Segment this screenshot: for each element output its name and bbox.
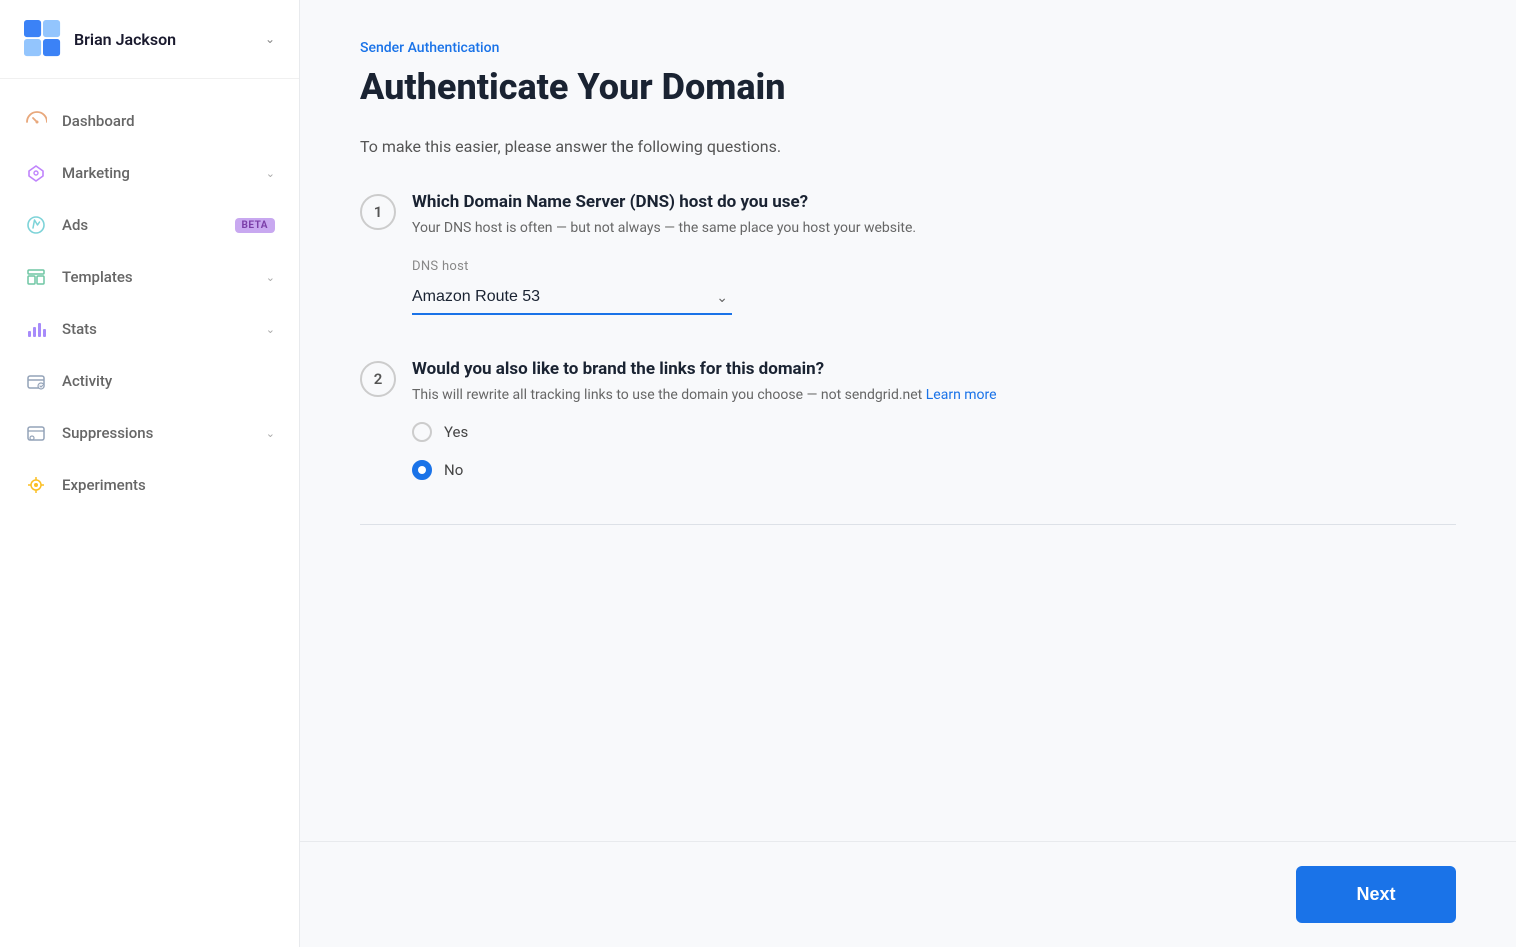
sidebar-item-dashboard[interactable]: Dashboard bbox=[0, 95, 299, 147]
experiments-icon bbox=[24, 473, 48, 497]
radio-no-circle bbox=[412, 460, 432, 480]
question-1-header: 1 Which Domain Name Server (DNS) host do… bbox=[360, 192, 1456, 239]
breadcrumb: Sender Authentication bbox=[360, 40, 1456, 56]
question-2-title: Would you also like to brand the links f… bbox=[412, 359, 997, 379]
user-account-header[interactable]: Brian Jackson ⌄ bbox=[0, 0, 299, 79]
stats-chevron-icon: ⌄ bbox=[266, 323, 275, 336]
question-2-header: 2 Would you also like to brand the links… bbox=[360, 359, 1456, 406]
sidebar-item-templates[interactable]: Templates ⌄ bbox=[0, 251, 299, 303]
brand-links-radio-group: Yes No bbox=[412, 422, 1456, 480]
main-navigation: Dashboard Marketing ⌄ Ads BETA bbox=[0, 79, 299, 947]
templates-chevron-icon: ⌄ bbox=[266, 271, 275, 284]
stats-icon bbox=[24, 317, 48, 341]
sidebar-item-stats[interactable]: Stats ⌄ bbox=[0, 303, 299, 355]
question-2-block: 2 Would you also like to brand the links… bbox=[360, 359, 1456, 480]
dns-host-select[interactable]: Amazon Route 53 Cloudflare GoDaddy Namec… bbox=[412, 280, 732, 315]
templates-icon bbox=[24, 265, 48, 289]
radio-yes-label: Yes bbox=[444, 423, 468, 441]
page-description: To make this easier, please answer the f… bbox=[360, 137, 1456, 156]
section-divider bbox=[360, 524, 1456, 525]
question-2-desc: This will rewrite all tracking links to … bbox=[412, 385, 997, 406]
experiments-label: Experiments bbox=[62, 476, 275, 494]
learn-more-link[interactable]: Learn more bbox=[926, 387, 997, 403]
sidebar-item-marketing[interactable]: Marketing ⌄ bbox=[0, 147, 299, 199]
footer-bar: Next bbox=[300, 841, 1516, 947]
app-logo bbox=[24, 20, 62, 58]
dashboard-label: Dashboard bbox=[62, 112, 275, 130]
content-area: Sender Authentication Authenticate Your … bbox=[300, 0, 1516, 841]
activity-label: Activity bbox=[62, 372, 275, 390]
page-title: Authenticate Your Domain bbox=[360, 66, 1456, 109]
step-2-number: 2 bbox=[360, 361, 396, 397]
question-1-text: Which Domain Name Server (DNS) host do y… bbox=[412, 192, 916, 239]
suppressions-chevron-icon: ⌄ bbox=[266, 427, 275, 440]
question-1-title: Which Domain Name Server (DNS) host do y… bbox=[412, 192, 916, 212]
question-1-desc: Your DNS host is often — but not always … bbox=[412, 218, 916, 239]
stats-label: Stats bbox=[62, 320, 266, 338]
ads-label: Ads bbox=[62, 216, 227, 234]
dashboard-icon bbox=[24, 109, 48, 133]
marketing-icon bbox=[24, 161, 48, 185]
radio-no-option[interactable]: No bbox=[412, 460, 1456, 480]
question-2-text: Would you also like to brand the links f… bbox=[412, 359, 997, 406]
ads-icon bbox=[24, 213, 48, 237]
account-chevron-icon: ⌄ bbox=[265, 32, 275, 46]
radio-yes-option[interactable]: Yes bbox=[412, 422, 1456, 442]
radio-no-label: No bbox=[444, 461, 463, 479]
step-1-number: 1 bbox=[360, 194, 396, 230]
question-2-body: Yes No bbox=[412, 422, 1456, 480]
sidebar-item-experiments[interactable]: Experiments bbox=[0, 459, 299, 511]
main-content: Sender Authentication Authenticate Your … bbox=[300, 0, 1516, 947]
activity-icon bbox=[24, 369, 48, 393]
question-1-block: 1 Which Domain Name Server (DNS) host do… bbox=[360, 192, 1456, 315]
marketing-label: Marketing bbox=[62, 164, 266, 182]
question-1-body: DNS host Amazon Route 53 Cloudflare GoDa… bbox=[412, 259, 1456, 315]
marketing-chevron-icon: ⌄ bbox=[266, 167, 275, 180]
templates-label: Templates bbox=[62, 268, 266, 286]
dns-host-label: DNS host bbox=[412, 259, 1456, 274]
radio-yes-circle bbox=[412, 422, 432, 442]
ads-beta-badge: BETA bbox=[235, 218, 276, 233]
sidebar-item-suppressions[interactable]: Suppressions ⌄ bbox=[0, 407, 299, 459]
username-label: Brian Jackson bbox=[74, 30, 265, 49]
sidebar-item-activity[interactable]: Activity bbox=[0, 355, 299, 407]
suppressions-icon bbox=[24, 421, 48, 445]
dns-host-select-wrapper: Amazon Route 53 Cloudflare GoDaddy Namec… bbox=[412, 280, 732, 315]
suppressions-label: Suppressions bbox=[62, 424, 266, 442]
next-button[interactable]: Next bbox=[1296, 866, 1456, 923]
sidebar-item-ads[interactable]: Ads BETA bbox=[0, 199, 299, 251]
sidebar: Brian Jackson ⌄ Dashboard Marke bbox=[0, 0, 300, 947]
